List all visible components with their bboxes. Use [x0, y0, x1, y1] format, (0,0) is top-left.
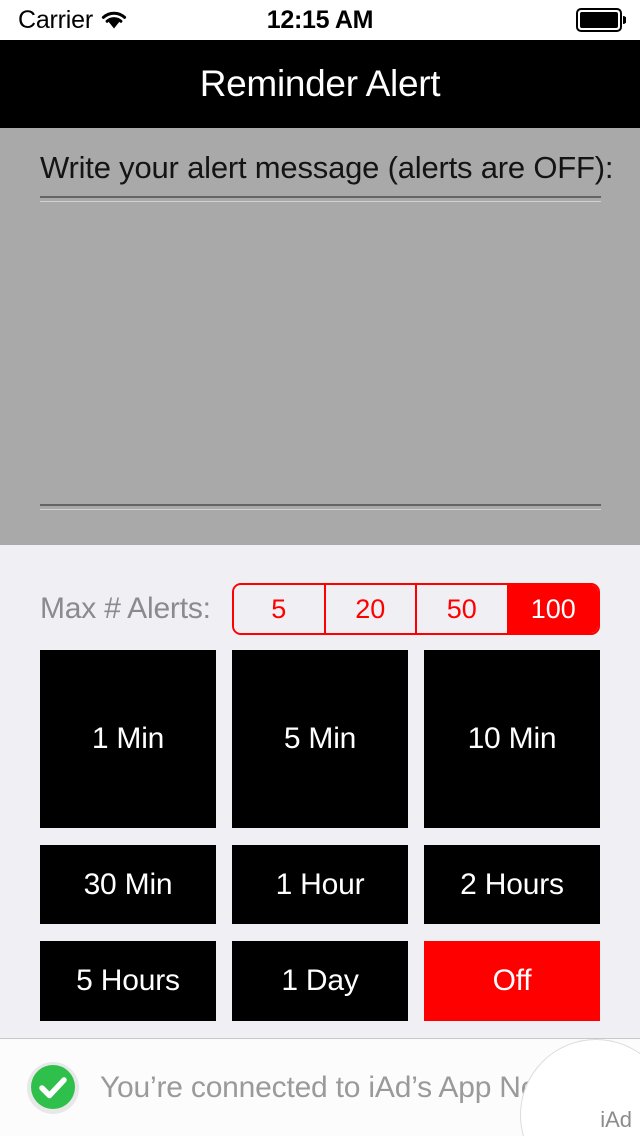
max-alerts-segmented-control[interactable]: 5 20 50 100 — [232, 583, 600, 635]
max-alerts-option-100[interactable]: 100 — [506, 585, 598, 633]
interval-button-off[interactable]: Off — [424, 941, 600, 1021]
interval-button-30-min[interactable]: 30 Min — [40, 845, 216, 924]
navigation-bar: Reminder Alert — [0, 40, 640, 128]
interval-button-grid: 1 Min 5 Min 10 Min 30 Min 1 Hour 2 Hours 5 Hou… — [40, 650, 600, 1021]
interval-row-1: 1 Min 5 Min 10 Min — [40, 650, 600, 828]
interval-button-5-min[interactable]: 5 Min — [232, 650, 408, 828]
interval-button-2-hours[interactable]: 2 Hours — [424, 845, 600, 924]
interval-button-10-min[interactable]: 10 Min — [424, 650, 600, 828]
interval-row-3: 5 Hours 1 Day Off — [40, 941, 600, 1021]
status-bar-clock: 12:15 AM — [266, 5, 374, 34]
divider-bottom — [40, 504, 601, 510]
interval-button-1-day[interactable]: 1 Day — [232, 941, 408, 1021]
max-alerts-option-50[interactable]: 50 — [415, 585, 507, 633]
page-title: Reminder Alert — [199, 63, 441, 104]
max-alerts-option-20[interactable]: 20 — [323, 585, 415, 633]
iad-corner-label[interactable]: iAd — [600, 1107, 632, 1133]
status-bar-right — [576, 0, 626, 40]
controls-panel: Max # Alerts: 5 20 50 100 1 Min 5 Min 10 Min 3… — [0, 545, 640, 1038]
status-bar: Carrier 12:15 AM — [0, 0, 640, 40]
alert-message-prompt: Write your alert message (alerts are OFF… — [40, 150, 614, 185]
interval-button-5-hours[interactable]: 5 Hours — [40, 941, 216, 1021]
battery-full-icon — [576, 8, 626, 32]
max-alerts-row: Max # Alerts: 5 20 50 100 — [0, 583, 640, 635]
alert-message-input[interactable] — [40, 204, 601, 500]
divider-top — [40, 196, 601, 202]
interval-button-1-min[interactable]: 1 Min — [40, 650, 216, 828]
interval-row-2: 30 Min 1 Hour 2 Hours — [40, 845, 600, 924]
max-alerts-label: Max # Alerts: — [40, 592, 211, 625]
app-screen: Carrier 12:15 AM Reminder Alert Write yo… — [0, 0, 640, 1136]
alert-message-section: Write your alert message (alerts are OFF… — [0, 128, 640, 545]
interval-button-1-hour[interactable]: 1 Hour — [232, 845, 408, 924]
max-alerts-option-5[interactable]: 5 — [234, 585, 324, 633]
iad-banner[interactable]: You’re connected to iAd’s App Network. i… — [0, 1038, 640, 1136]
green-check-circle-icon — [26, 1061, 80, 1115]
